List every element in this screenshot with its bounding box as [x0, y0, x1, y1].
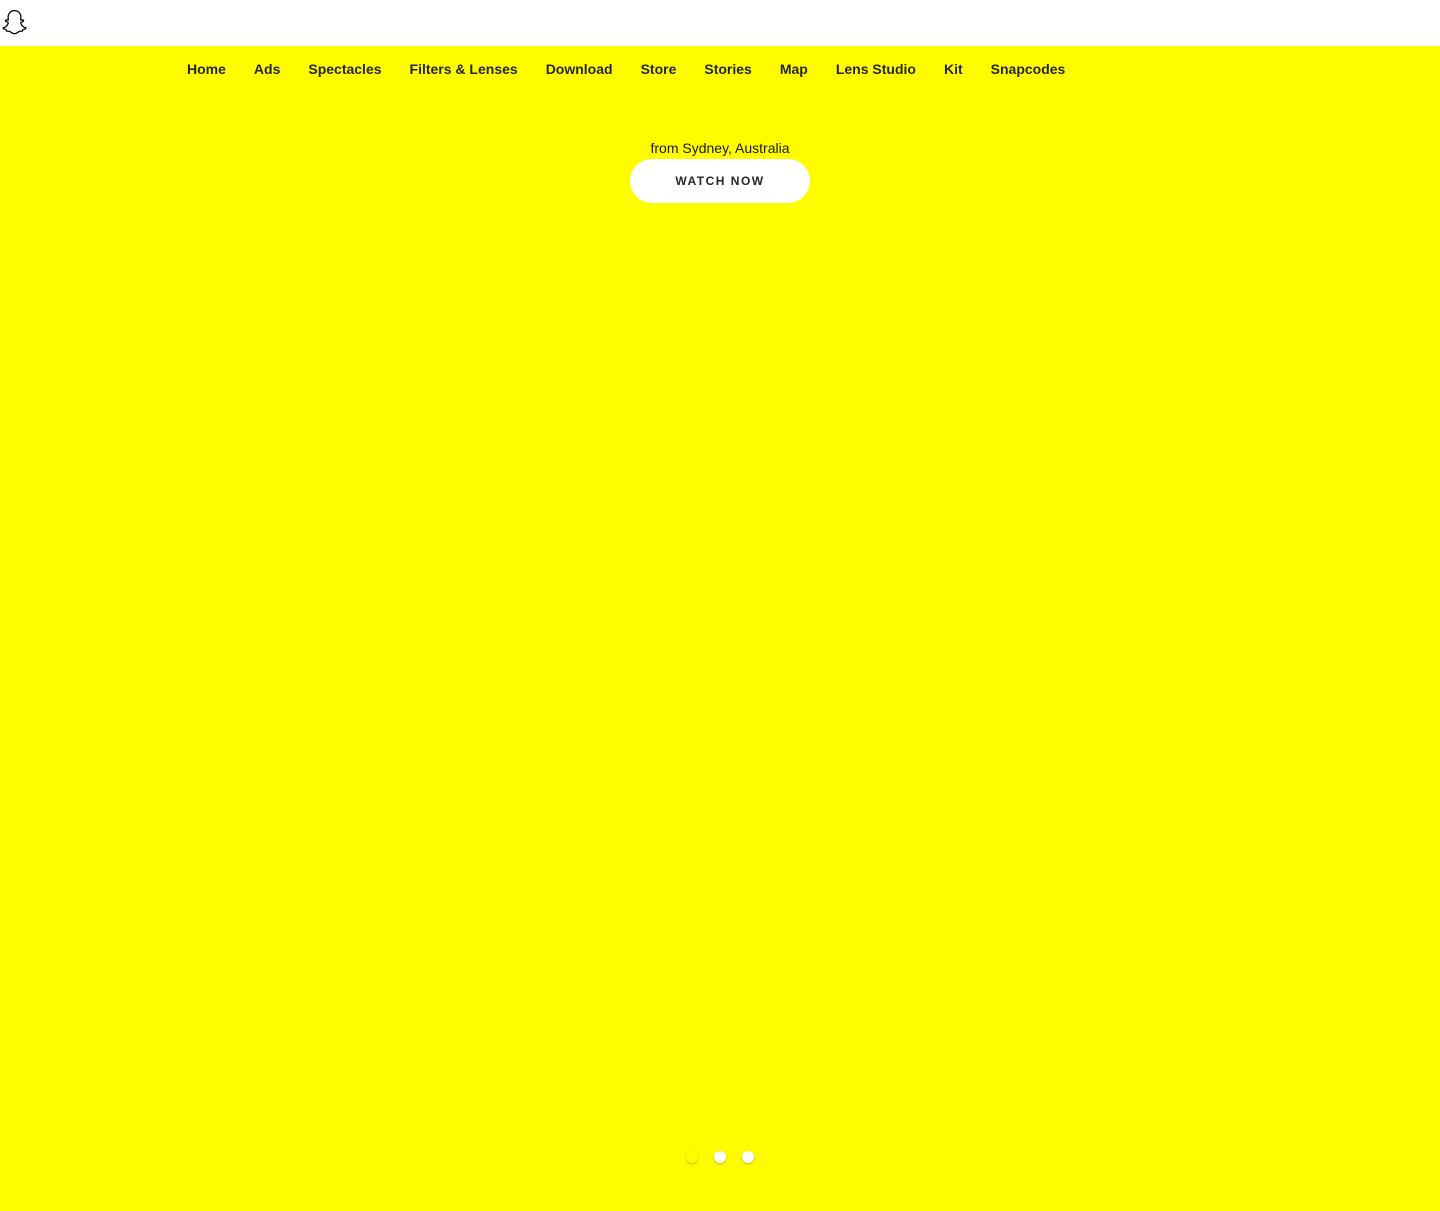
carousel-dot-2[interactable] — [714, 1151, 726, 1163]
carousel-dot-1[interactable] — [686, 1151, 698, 1163]
nav-item-home[interactable]: Home — [187, 61, 226, 77]
main-nav: Home Ads Spectacles Filters & Lenses Dow… — [187, 46, 1065, 92]
carousel-dots — [0, 1151, 1440, 1163]
snapchat-ghost-icon[interactable] — [0, 8, 29, 38]
nav-item-store[interactable]: Store — [641, 61, 677, 77]
watch-now-button[interactable]: WATCH NOW — [630, 159, 810, 203]
nav-item-ads[interactable]: Ads — [254, 61, 280, 77]
nav-item-stories[interactable]: Stories — [704, 61, 751, 77]
nav-item-spectacles[interactable]: Spectacles — [308, 61, 381, 77]
nav-item-kit[interactable]: Kit — [944, 61, 963, 77]
top-bar — [0, 0, 1440, 46]
story-location: from Sydney, Australia — [650, 140, 790, 156]
nav-item-download[interactable]: Download — [546, 61, 613, 77]
nav-item-filters-lenses[interactable]: Filters & Lenses — [410, 61, 518, 77]
nav-item-snapcodes[interactable]: Snapcodes — [991, 61, 1066, 77]
hero-section: Home Ads Spectacles Filters & Lenses Dow… — [0, 46, 1440, 1211]
carousel-dot-3[interactable] — [742, 1151, 754, 1163]
nav-item-map[interactable]: Map — [780, 61, 808, 77]
nav-item-lens-studio[interactable]: Lens Studio — [836, 61, 916, 77]
